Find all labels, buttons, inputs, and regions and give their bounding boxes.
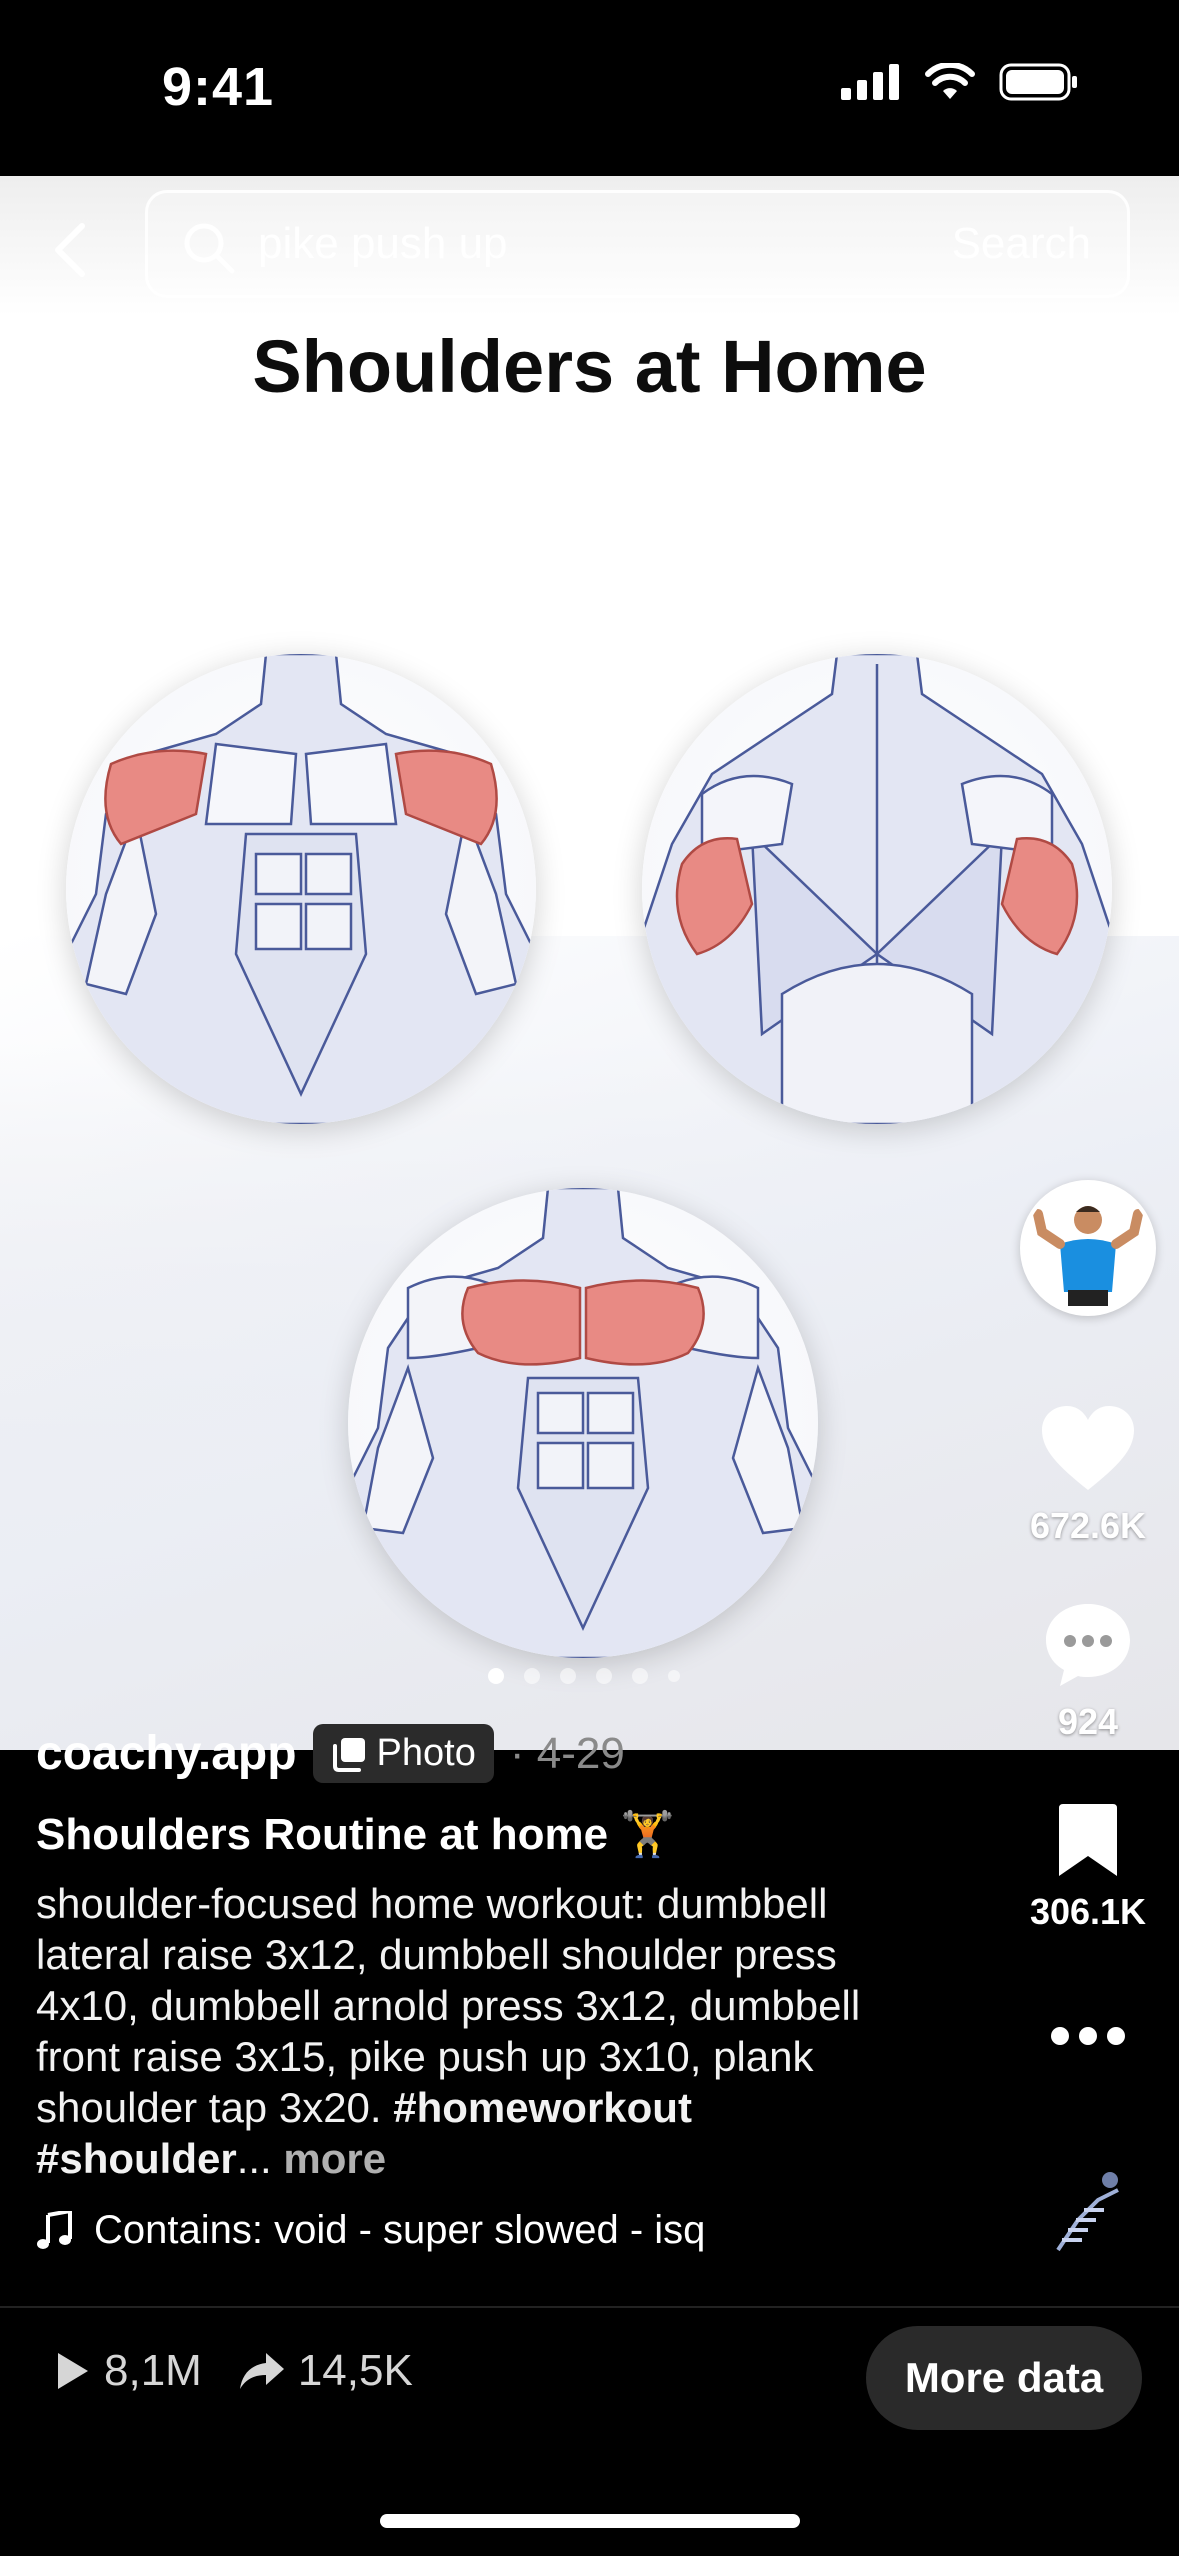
post-description[interactable]: shoulder-focused home workout: dumbbell … [36, 1878, 916, 2184]
post-title: Shoulders Routine at home 🏋️ [36, 1810, 676, 1859]
music-cover-icon [1038, 2160, 1138, 2260]
photo-badge: Photo [312, 1724, 494, 1783]
status-time: 9:41 [162, 57, 275, 117]
more-link[interactable]: more [283, 2135, 386, 2182]
play-icon [58, 2353, 88, 2389]
home-indicator [380, 2514, 800, 2528]
carousel-dot[interactable] [560, 1668, 576, 1684]
music-disc-button[interactable] [1018, 2160, 1158, 2265]
save-button[interactable]: 306.1K [1018, 1802, 1158, 1933]
like-button[interactable]: 672.6K [1018, 1402, 1158, 1547]
back-button[interactable] [40, 210, 100, 290]
status-bar: 9:41 [0, 0, 1179, 176]
signal-icon [841, 64, 899, 100]
more-options-button[interactable] [1018, 2016, 1158, 2061]
status-icons [841, 62, 1079, 102]
author-row: coachy.app Photo · 4-29 [36, 1724, 625, 1783]
photo-badge-label: Photo [376, 1732, 476, 1774]
post-photo[interactable]: Shoulders at Home pike push up Search [0, 176, 1179, 1750]
search-input[interactable]: pike push up Search [145, 190, 1130, 298]
creator-avatar[interactable] [1020, 1180, 1156, 1316]
search-bar-row: pike push up Search [0, 176, 1179, 316]
search-button[interactable]: Search [952, 219, 1091, 269]
description-ellipsis: ... [236, 2135, 272, 2182]
save-count: 306.1K [1029, 1891, 1147, 1932]
front-shoulders-diagram [66, 654, 536, 1124]
chevron-left-icon [55, 223, 85, 277]
music-title: Contains: void - super slowed - isq [94, 2208, 706, 2252]
carousel-dot[interactable] [668, 1670, 680, 1682]
shares-count: 14,5K [297, 2346, 413, 2395]
photo-stack-icon [332, 1737, 365, 1772]
more-data-button[interactable]: More data [866, 2326, 1142, 2430]
carousel-dot[interactable] [632, 1668, 648, 1684]
wifi-icon [925, 63, 975, 99]
shares-stat: 14,5K [238, 2346, 413, 2396]
battery-icon [999, 63, 1077, 101]
carousel-dot[interactable] [524, 1668, 540, 1684]
share-arrow-icon [239, 2353, 284, 2389]
music-note-icon [37, 2210, 72, 2249]
bottom-stats: 8,1M 14,5K [52, 2346, 413, 2396]
comment-button[interactable]: 924 [1018, 1598, 1158, 1743]
heart-icon [1042, 1406, 1134, 1490]
comment-count: 924 [1057, 1701, 1119, 1742]
search-query: pike push up [258, 219, 508, 268]
avatar-image [1024, 1184, 1152, 1312]
more-dots-icon [1051, 2027, 1125, 2045]
search-icon [184, 223, 235, 274]
photo-title: Shoulders at Home [252, 325, 927, 408]
carousel-dots[interactable] [488, 1668, 680, 1684]
carousel-dot[interactable] [488, 1668, 504, 1684]
carousel-dot[interactable] [596, 1668, 612, 1684]
author-name[interactable]: coachy.app [36, 1726, 297, 1781]
plays-count: 8,1M [104, 2346, 202, 2395]
bookmark-icon [1059, 1804, 1117, 1876]
back-shoulders-diagram [642, 654, 1112, 1124]
post-date: · 4-29 [509, 1728, 625, 1778]
plays-stat: 8,1M [52, 2346, 202, 2396]
comment-icon [1046, 1604, 1130, 1686]
divider [0, 2306, 1179, 2308]
front-chest-diagram [348, 1188, 818, 1658]
like-count: 672.6K [1029, 1505, 1147, 1546]
music-row[interactable]: Contains: void - super slowed - isq [36, 2208, 705, 2253]
